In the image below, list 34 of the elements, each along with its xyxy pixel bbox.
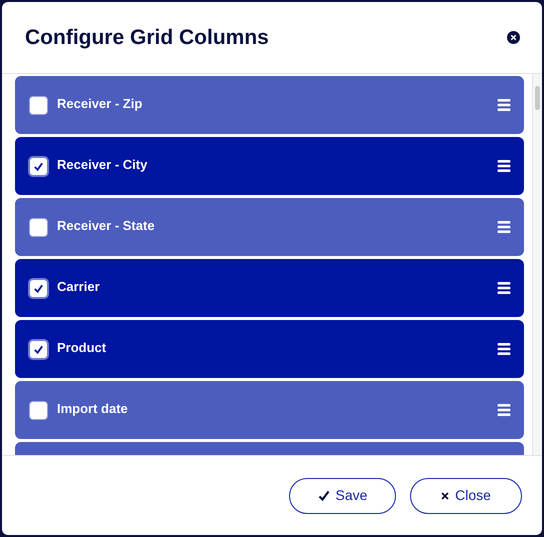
drag-handle-icon[interactable]: [497, 98, 511, 112]
checkbox[interactable]: [30, 402, 47, 418]
checkbox[interactable]: [30, 340, 47, 358]
column-row[interactable]: Receiver - State: [15, 198, 524, 256]
checkmark-icon: [33, 160, 44, 172]
drag-handle-icon[interactable]: [497, 403, 511, 417]
drag-handle-icon[interactable]: [497, 342, 511, 356]
drag-handle-icon[interactable]: [497, 281, 511, 295]
close-button[interactable]: Close: [410, 478, 522, 514]
checkmark-icon: [33, 344, 44, 354]
column-label: Carrier: [57, 278, 101, 296]
dialog-title: Configure Grid Columns: [25, 24, 269, 51]
column-label: Receiver - City: [57, 156, 148, 174]
checkbox[interactable]: [30, 158, 47, 174]
column-row[interactable]: Receiver - Zip: [15, 76, 524, 134]
drag-handle-icon[interactable]: [497, 159, 511, 173]
column-row[interactable]: Receiver - City: [15, 137, 524, 195]
column-label: Product: [57, 338, 108, 357]
checkmark-icon: [318, 490, 330, 502]
column-row[interactable]: Import date: [15, 381, 524, 439]
save-button[interactable]: Save: [289, 478, 396, 514]
scrollbar[interactable]: [532, 74, 542, 455]
checkmark-icon: [33, 282, 44, 294]
column-label: Import date: [57, 400, 129, 418]
column-label: Receiver - State: [57, 216, 156, 235]
close-icon[interactable]: [507, 31, 520, 44]
column-row[interactable]: Product: [15, 320, 524, 378]
column-label: Receiver - Zip: [57, 94, 144, 113]
checkbox[interactable]: [30, 280, 47, 296]
drag-handle-icon[interactable]: [497, 220, 511, 234]
column-row[interactable]: Carrier: [15, 259, 524, 317]
x-icon: [441, 492, 450, 500]
checkbox[interactable]: [30, 96, 47, 114]
checkbox[interactable]: [30, 218, 47, 236]
